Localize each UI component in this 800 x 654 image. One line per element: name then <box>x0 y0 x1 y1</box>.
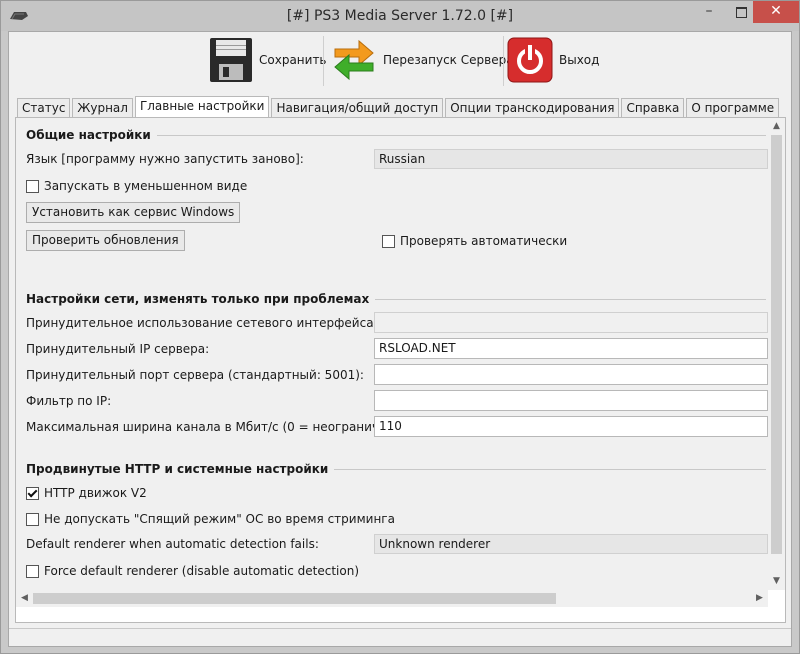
restart-label: Перезапуск Сервера <box>383 53 514 67</box>
general-section-heading: Общие настройки <box>26 128 766 142</box>
horizontal-scroll-thumb[interactable] <box>33 593 556 604</box>
window-title: [#] PS3 Media Server 1.72.0 [#] <box>286 8 514 24</box>
network-section-heading: Настройки сети, изменять только при проб… <box>26 292 766 306</box>
max-bandwidth-input[interactable]: 110 <box>374 416 768 437</box>
checkbox-checked-icon <box>26 486 39 500</box>
vertical-scroll-thumb[interactable] <box>771 135 782 554</box>
general-settings-panel: Общие настройки Язык [программу нужно за… <box>15 117 786 623</box>
checkbox-icon <box>26 179 39 193</box>
section-divider <box>334 468 766 470</box>
toolbar-separator <box>323 36 324 86</box>
force-interface-label: Принудительное использование сетевого ин… <box>26 316 378 330</box>
checkbox-icon <box>26 564 39 578</box>
force-interface-select[interactable] <box>374 312 768 333</box>
force-default-renderer-checkbox[interactable]: Force default renderer (disable automati… <box>26 564 359 578</box>
restart-server-button[interactable]: Перезапуск Сервера <box>331 34 514 86</box>
force-ip-input[interactable]: RSLOAD.NET <box>374 338 768 359</box>
ip-filter-label: Фильтр по IP: <box>26 394 112 408</box>
vertical-scrollbar[interactable]: ▲ ▼ <box>768 118 785 590</box>
tab-about[interactable]: О программе <box>686 98 780 117</box>
advanced-section-heading: Продвинутые HTTP и системные настройки <box>26 462 766 476</box>
default-renderer-select[interactable]: Unknown renderer <box>374 534 768 554</box>
maximize-icon <box>735 7 747 18</box>
close-button[interactable]: ✕ <box>753 1 799 23</box>
minimize-button[interactable]: – <box>695 1 723 23</box>
exit-label: Выход <box>559 53 600 67</box>
tab-transcoding[interactable]: Опции транскодирования <box>445 98 620 117</box>
force-default-renderer-label: Force default renderer (disable automati… <box>44 564 360 578</box>
toolbar: Сохранить Перезапуск Сервера Выход <box>9 32 791 90</box>
section-divider <box>375 298 766 300</box>
save-button[interactable]: Сохранить <box>209 34 327 86</box>
horizontal-scrollbar[interactable]: ◀ ▶ <box>16 590 768 607</box>
ip-filter-input[interactable] <box>374 390 768 411</box>
title-bar[interactable]: [#] PS3 Media Server 1.72.0 [#] – ✕ <box>1 1 799 31</box>
force-port-input[interactable] <box>374 364 768 385</box>
tab-bar: Статус Журнал Главные настройки Навигаци… <box>17 96 781 118</box>
power-icon <box>507 37 553 83</box>
checkbox-icon <box>382 234 395 248</box>
tab-log[interactable]: Журнал <box>72 98 133 117</box>
http-v2-checkbox[interactable]: HTTP движок V2 <box>26 486 147 500</box>
exit-button[interactable]: Выход <box>507 34 599 86</box>
status-bar <box>9 628 791 646</box>
maximize-button[interactable] <box>727 1 755 23</box>
install-service-button[interactable]: Установить как сервис Windows <box>26 202 241 223</box>
tab-help[interactable]: Справка <box>621 98 685 117</box>
network-heading-text: Настройки сети, изменять только при проб… <box>26 292 370 306</box>
tab-navigation-sharing[interactable]: Навигация/общий доступ <box>271 98 444 117</box>
auto-check-checkbox[interactable]: Проверять автоматически <box>382 234 567 248</box>
tab-status[interactable]: Статус <box>17 98 71 117</box>
scroll-right-icon[interactable]: ▶ <box>751 590 768 607</box>
auto-check-label: Проверять автоматически <box>400 234 568 248</box>
prevent-sleep-checkbox[interactable]: Не допускать "Спящий режим" ОС во время … <box>26 512 395 526</box>
scroll-down-icon[interactable]: ▼ <box>768 573 785 590</box>
toolbar-separator <box>503 36 504 86</box>
general-heading-text: Общие настройки <box>26 128 151 142</box>
start-minimized-label: Запускать в уменьшенном виде <box>44 179 248 193</box>
http-v2-label: HTTP движок V2 <box>44 486 147 500</box>
floppy-disk-icon <box>210 38 252 82</box>
refresh-arrows-icon <box>334 39 374 81</box>
client-area: Сохранить Перезапуск Сервера Выход Стату… <box>8 31 792 647</box>
prevent-sleep-label: Не допускать "Спящий режим" ОС во время … <box>44 512 395 526</box>
language-select[interactable]: Russian <box>374 149 768 169</box>
scroll-up-icon[interactable]: ▲ <box>768 118 785 135</box>
max-bandwidth-label: Максимальная ширина канала в Мбит/с (0 =… <box>26 420 419 434</box>
tab-general-settings[interactable]: Главные настройки <box>134 96 270 117</box>
default-renderer-label: Default renderer when automatic detectio… <box>26 537 319 551</box>
app-window: [#] PS3 Media Server 1.72.0 [#] – ✕ Сохр… <box>0 0 800 654</box>
checkbox-icon <box>26 512 39 526</box>
check-updates-button[interactable]: Проверить обновления <box>26 230 185 251</box>
language-label: Язык [программу нужно запустить заново]: <box>26 152 304 166</box>
section-divider <box>156 134 766 136</box>
start-minimized-checkbox[interactable]: Запускать в уменьшенном виде <box>26 179 247 193</box>
force-ip-label: Принудительный IP сервера: <box>26 342 210 356</box>
force-port-label: Принудительный порт сервера (стандартный… <box>26 368 364 382</box>
settings-content: Общие настройки Язык [программу нужно за… <box>16 118 768 590</box>
advanced-heading-text: Продвинутые HTTP и системные настройки <box>26 462 329 476</box>
save-label: Сохранить <box>259 53 327 67</box>
scroll-left-icon[interactable]: ◀ <box>16 590 33 607</box>
